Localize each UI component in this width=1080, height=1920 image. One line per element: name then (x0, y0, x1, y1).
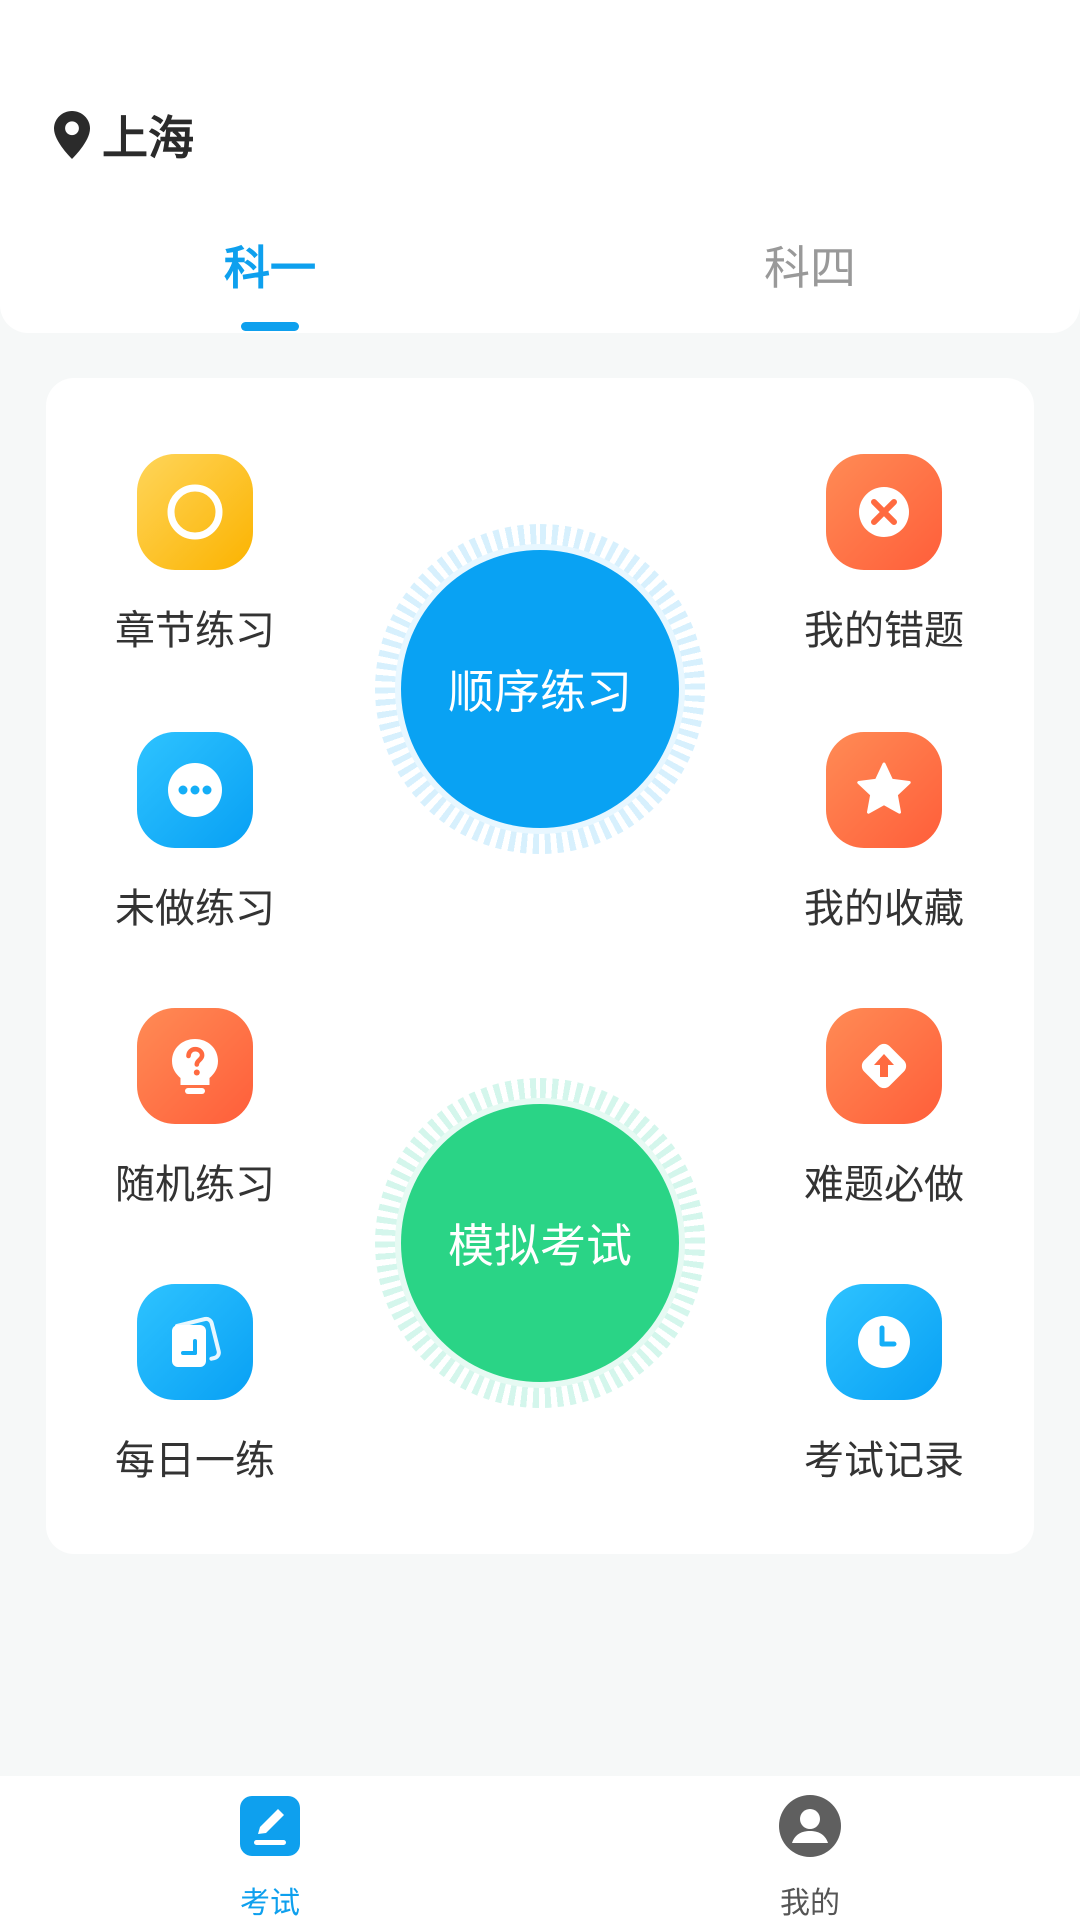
hard-questions-button[interactable]: 难题必做 (784, 1008, 984, 1210)
notebook-icon (137, 1284, 253, 1400)
mock-exam-label: 模拟考试 (401, 1104, 679, 1382)
daily-practice-label: 每日一练 (115, 1438, 275, 1484)
undone-practice-label: 未做练习 (115, 886, 275, 932)
sequential-practice-button[interactable]: 顺序练习 (375, 524, 705, 854)
ring-target-icon (137, 454, 253, 570)
wrong-questions-label: 我的错题 (804, 608, 964, 654)
nav-label-exam: 考试 (240, 1886, 300, 1920)
undone-practice-button[interactable]: 未做练习 (95, 732, 295, 934)
location-selector[interactable]: 上海 (54, 100, 194, 170)
random-practice-label: 随机练习 (115, 1162, 275, 1208)
favorites-button[interactable]: 我的收藏 (784, 732, 984, 934)
question-bulb-icon (137, 1008, 253, 1124)
sequential-practice-label: 顺序练习 (401, 550, 679, 828)
location-pin-icon (54, 111, 90, 159)
nav-label-mine: 我的 (780, 1886, 840, 1920)
exam-edit-icon (240, 1796, 300, 1856)
user-avatar-icon (779, 1795, 841, 1857)
chapter-practice-button[interactable]: 章节练习 (95, 454, 295, 656)
clock-icon (826, 1284, 942, 1400)
hard-questions-label: 难题必做 (804, 1162, 964, 1208)
ellipsis-chat-icon (137, 732, 253, 848)
random-practice-button[interactable]: 随机练习 (95, 1008, 295, 1210)
bottom-navigation: 考试 我的 (0, 1776, 1080, 1920)
practice-card: 章节练习 未做练习 随机练习 每日一练 我的错题 我的收藏 难题必做 考试记录 … (46, 378, 1034, 1554)
nav-item-mine[interactable]: 我的 (710, 1794, 910, 1920)
active-tab-indicator (241, 322, 299, 331)
tab-subject-four[interactable]: 科四 (710, 232, 910, 298)
chapter-practice-label: 章节练习 (115, 608, 275, 654)
header: 上海 科一 科四 (0, 0, 1080, 333)
wrong-questions-button[interactable]: 我的错题 (784, 454, 984, 656)
tab-subject-one[interactable]: 科一 (170, 232, 370, 298)
arrow-up-diamond-icon (826, 1008, 942, 1124)
star-icon (826, 732, 942, 848)
location-city: 上海 (102, 111, 194, 165)
exam-records-button[interactable]: 考试记录 (784, 1284, 984, 1486)
nav-item-exam[interactable]: 考试 (170, 1794, 370, 1920)
close-circle-icon (826, 454, 942, 570)
mock-exam-button[interactable]: 模拟考试 (375, 1078, 705, 1408)
exam-records-label: 考试记录 (804, 1438, 964, 1484)
daily-practice-button[interactable]: 每日一练 (95, 1284, 295, 1486)
favorites-label: 我的收藏 (804, 886, 964, 932)
